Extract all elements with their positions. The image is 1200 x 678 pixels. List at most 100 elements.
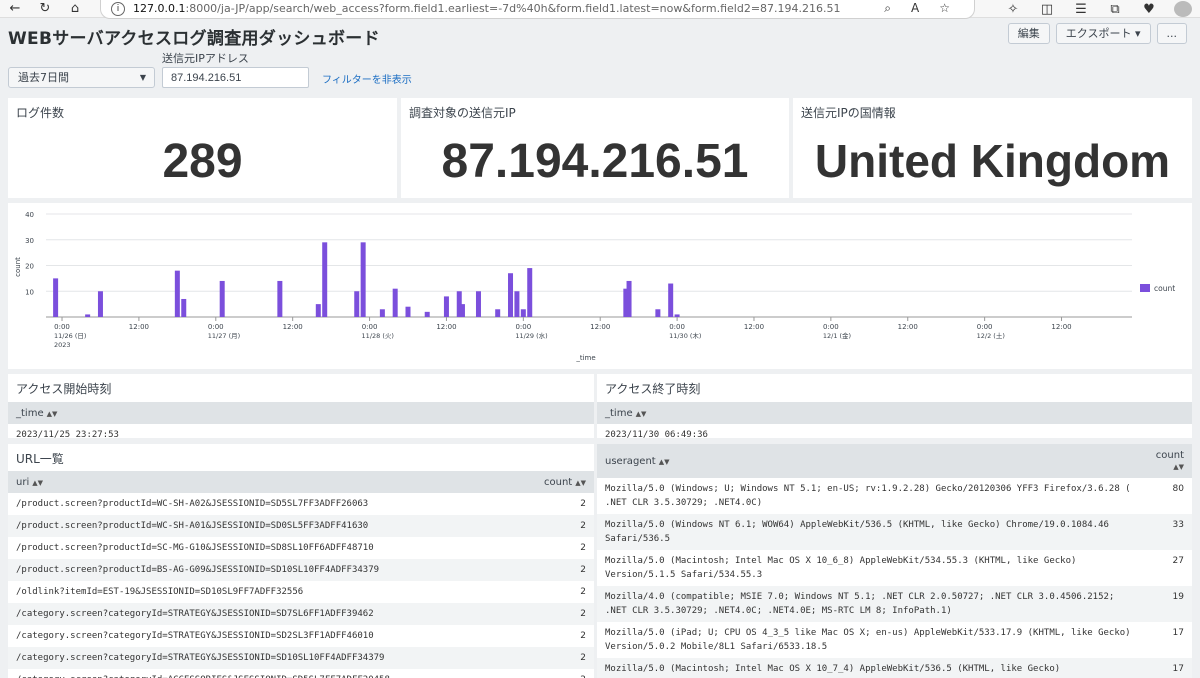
edit-button[interactable]: 編集 xyxy=(1007,23,1050,44)
x-tick-date: 11/29 (水) xyxy=(515,331,547,340)
reload-icon[interactable]: ↻ xyxy=(30,0,60,18)
bar xyxy=(424,311,430,317)
column-header-uri[interactable]: uri ▲▼ xyxy=(8,471,519,493)
useragent-panel: useragent ▲▼ count ▲▼ Mozilla/5.0 (Windows… xyxy=(597,444,1192,678)
column-header-time[interactable]: _time ▲▼ xyxy=(8,402,594,424)
x-tick-label: 12:00 xyxy=(744,323,764,331)
time-range-picker[interactable]: 過去7日間 ▼ xyxy=(8,67,155,88)
uri-cell: /category.screen?categoryId=STRATEGY&JSE… xyxy=(8,647,519,669)
bar xyxy=(508,273,514,317)
column-header-useragent[interactable]: useragent ▲▼ xyxy=(597,444,1142,478)
access-start-panel: アクセス開始時刻 _time ▲▼ 2023/11/25 23:27:53 xyxy=(8,374,594,440)
sort-icon[interactable]: ▲▼ xyxy=(659,458,670,466)
x-tick-label: 12:00 xyxy=(283,323,303,331)
bar xyxy=(655,309,661,317)
uri-cell: /product.screen?productId=BS-AG-G09&JSES… xyxy=(8,559,519,581)
bar xyxy=(520,309,526,317)
export-button[interactable]: エクスポート ▾ xyxy=(1055,23,1151,44)
address-bar[interactable]: i 127.0.0.1:8000/ja-JP/app/search/web_ac… xyxy=(100,0,975,19)
x-tick-date: 12/1 (金) xyxy=(823,331,851,340)
bar xyxy=(315,304,321,317)
x-tick-label: 0:00 xyxy=(669,323,685,331)
chevron-down-icon: ▼ xyxy=(139,73,146,82)
bar xyxy=(475,291,481,317)
x-tick-label: 0:00 xyxy=(208,323,224,331)
favorite-star-icon[interactable]: ☆ xyxy=(939,1,950,16)
sort-icon[interactable]: ▲▼ xyxy=(636,410,647,418)
sort-icon[interactable]: ▲▼ xyxy=(32,479,43,487)
count-cell: 17 xyxy=(1172,628,1184,638)
panel-title: ログ件数 xyxy=(16,106,65,120)
x-tick-label: 0:00 xyxy=(823,323,839,331)
split-screen-icon[interactable]: ◫ xyxy=(1030,2,1064,17)
back-icon[interactable]: ← xyxy=(0,0,30,18)
home-icon[interactable]: ⌂ xyxy=(60,0,90,18)
column-header-time[interactable]: _time ▲▼ xyxy=(597,402,1192,424)
table-row: /category.screen?categoryId=ACCESSORIES&… xyxy=(8,669,594,678)
count-cell: 2 xyxy=(580,587,586,597)
bar xyxy=(495,309,501,317)
sort-icon[interactable]: ▲▼ xyxy=(575,479,586,487)
panel-title: 調査対象の送信元IP xyxy=(409,106,516,120)
sort-icon[interactable]: ▲▼ xyxy=(1173,463,1184,471)
count-cell: 2 xyxy=(518,603,594,625)
dashboard-title: WEBサーバアクセスログ調査用ダッシュボード xyxy=(8,29,380,49)
table-row: Mozilla/4.0 (compatible; MSIE 7.0; Windo… xyxy=(597,586,1192,622)
log-count-value: 289 xyxy=(162,135,243,188)
ip-address-input[interactable] xyxy=(162,67,309,88)
extensions-icon[interactable]: ✧ xyxy=(996,2,1030,17)
x-tick-label: 12:00 xyxy=(129,323,149,331)
count-cell: 27 xyxy=(1172,556,1184,566)
useragent-cell: Mozilla/5.0 (Windows NT 6.1; WOW64) Appl… xyxy=(597,514,1142,550)
zoom-icon[interactable]: ⌕ xyxy=(884,1,891,16)
uri-cell: /category.screen?categoryId=ACCESSORIES&… xyxy=(8,669,518,678)
uri-cell: /category.screen?categoryId=STRATEGY&JSE… xyxy=(8,603,519,625)
useragent-cell: Mozilla/4.0 (compatible; MSIE 7.0; Windo… xyxy=(597,586,1142,622)
table-row: /category.screen?categoryId=STRATEGY&JSE… xyxy=(8,603,594,625)
bar xyxy=(674,314,680,317)
uri-cell: /product.screen?productId=SC-MG-G10&JSES… xyxy=(16,543,374,553)
collections-icon[interactable]: ⧉ xyxy=(1098,2,1132,17)
bar xyxy=(514,291,520,317)
table-row: Mozilla/5.0 (Windows NT 6.1; WOW64) Appl… xyxy=(597,514,1192,550)
bar xyxy=(174,270,180,317)
uri-cell: /product.screen?productId=WC-SH-A02&JSES… xyxy=(16,499,369,509)
column-header-count[interactable]: count ▲▼ xyxy=(1142,444,1192,478)
profile-avatar[interactable] xyxy=(1174,1,1192,17)
bar xyxy=(277,280,283,317)
uri-cell: /category.screen?categoryId=STRATEGY&JSE… xyxy=(16,631,374,641)
bar xyxy=(53,278,59,317)
country-value: United Kingdom xyxy=(814,135,1171,187)
favorites-icon[interactable]: ☰ xyxy=(1064,2,1098,17)
table-row: /product.screen?productId=WC-SH-A02&JSES… xyxy=(8,493,594,515)
y-tick-label: 40 xyxy=(25,211,34,219)
bar xyxy=(443,296,449,317)
table-row: Mozilla/5.0 (Macintosh; Intel Mac OS X 1… xyxy=(597,550,1192,586)
column-header-count[interactable]: count ▲▼ xyxy=(518,471,594,493)
count-cell: 19 xyxy=(1142,586,1192,622)
table-row: /product.screen?productId=BS-AG-G09&JSES… xyxy=(8,559,594,581)
info-icon[interactable]: i xyxy=(111,1,125,16)
log-count-panel: ログ件数 289 xyxy=(8,98,397,198)
x-axis-label: _time xyxy=(575,354,595,362)
x-tick-label: 12:00 xyxy=(898,323,918,331)
timechart-panel: 10 20 30 40 count 0:00 11/26 (日) 2023 12:00 0:00 1… xyxy=(8,203,1192,369)
x-tick-label: 12:00 xyxy=(436,323,456,331)
bar xyxy=(181,298,187,317)
count-cell: 2 xyxy=(580,499,586,509)
uri-cell: /oldlink?itemId=EST-19&JSESSIONID=SD10SL… xyxy=(16,587,304,597)
sort-icon[interactable]: ▲▼ xyxy=(47,410,58,418)
bar xyxy=(459,304,465,317)
bar xyxy=(668,283,674,317)
read-aloud-icon[interactable]: A xyxy=(911,1,919,16)
table-row: /oldlink?itemId=EST-19&JSESSIONID=SD10SL… xyxy=(8,581,594,603)
hide-filter-link[interactable]: フィルターを非表示 xyxy=(322,71,412,86)
performance-icon[interactable]: ♥ xyxy=(1132,2,1166,17)
more-button[interactable]: ... xyxy=(1156,23,1187,44)
x-tick-label: 0:00 xyxy=(54,323,70,331)
bar xyxy=(219,280,225,317)
country-panel: 送信元IPの国情報 United Kingdom xyxy=(793,98,1192,198)
y-tick-label: 30 xyxy=(25,237,34,245)
x-tick-date: 11/26 (日) xyxy=(54,332,86,340)
table-row: /product.screen?productId=SC-MG-G10&JSES… xyxy=(8,537,594,559)
